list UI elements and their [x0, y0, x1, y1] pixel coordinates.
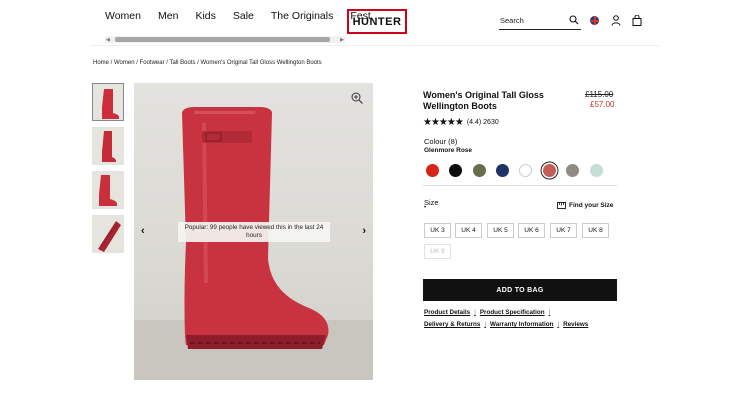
- search-input[interactable]: Search: [499, 14, 581, 30]
- boot-thumb-image: [102, 89, 119, 119]
- colour-swatch[interactable]: [496, 164, 509, 177]
- size-required-dot: •: [424, 205, 427, 211]
- gallery-thumb-1[interactable]: [92, 83, 124, 121]
- reviews-link[interactable]: Reviews: [563, 321, 588, 328]
- scrollbar-thumb[interactable]: [115, 37, 330, 42]
- find-your-size-link[interactable]: Find your Size: [557, 202, 613, 209]
- product-details-link[interactable]: Product Details: [424, 309, 470, 316]
- link-separator: |: [474, 309, 476, 316]
- star-rating-icon: ★★★★★: [423, 117, 464, 128]
- user-icon[interactable]: [611, 15, 621, 26]
- sale-price: £57.00: [590, 100, 615, 109]
- colour-swatch[interactable]: [590, 164, 603, 177]
- scroll-right-icon[interactable]: ▶: [340, 37, 344, 43]
- breadcrumb[interactable]: Home / Women / Footwear / Tall Boots / W…: [93, 60, 322, 66]
- boot-sole-thumb-image: [98, 221, 121, 252]
- delivery-returns-link[interactable]: Delivery & Returns: [424, 321, 480, 328]
- colour-swatch[interactable]: [473, 164, 486, 177]
- size-uk-6[interactable]: UK 6: [518, 223, 545, 238]
- size-uk-3[interactable]: UK 3: [424, 223, 451, 238]
- size-label: Size: [424, 198, 439, 207]
- next-image-icon[interactable]: ›: [362, 225, 366, 237]
- colour-swatch[interactable]: [566, 164, 579, 177]
- link-separator: |: [484, 321, 486, 328]
- nav-the-originals[interactable]: The Originals: [271, 10, 333, 22]
- product-image[interactable]: ‹ › Popular: 99 people have viewed this …: [134, 83, 373, 380]
- nav-women[interactable]: Women: [105, 10, 141, 22]
- colour-swatch[interactable]: [449, 164, 462, 177]
- size-uk-9[interactable]: UK 9: [424, 244, 451, 259]
- link-separator: |: [548, 309, 551, 316]
- info-links-row-2: Delivery & Returns | Warranty Informatio…: [424, 321, 588, 328]
- find-your-size-label: Find your Size: [569, 202, 614, 209]
- gallery-thumb-4[interactable]: [92, 215, 124, 253]
- logo-link[interactable]: HUNTER: [347, 9, 407, 34]
- size-uk-5[interactable]: UK 5: [487, 223, 514, 238]
- rating-text[interactable]: (4.4) 2630: [467, 119, 499, 126]
- divider: [423, 185, 617, 186]
- boot-thumb-image: [102, 131, 116, 162]
- link-separator: |: [557, 321, 560, 328]
- logo: HUNTER: [352, 15, 402, 28]
- popular-badge: Popular: 99 people have viewed this in t…: [178, 222, 330, 242]
- nav-kids[interactable]: Kids: [195, 10, 215, 22]
- size-uk-8[interactable]: UK 8: [582, 223, 609, 238]
- product-specification-link[interactable]: Product Specification: [480, 309, 545, 316]
- colour-swatch[interactable]: [543, 164, 556, 177]
- size-uk-7[interactable]: UK 7: [550, 223, 577, 238]
- bag-icon[interactable]: [632, 15, 642, 26]
- warranty-information-link[interactable]: Warranty Information: [490, 321, 553, 328]
- colour-label: Colour (8): [424, 137, 458, 146]
- ruler-icon: [557, 202, 566, 209]
- nav-sale[interactable]: Sale: [233, 10, 254, 22]
- gallery-thumb-3[interactable]: [92, 171, 124, 209]
- original-price: £115.00: [585, 90, 614, 99]
- zoom-icon[interactable]: [351, 92, 363, 104]
- header-divider: [90, 45, 660, 46]
- size-uk-4[interactable]: UK 4: [455, 223, 482, 238]
- info-links-row-1: Product Details | Product Specification …: [424, 309, 550, 316]
- scroll-left-icon[interactable]: ◀: [106, 37, 110, 43]
- prev-image-icon[interactable]: ‹: [141, 225, 145, 237]
- colour-swatch[interactable]: [519, 164, 532, 177]
- gallery-thumb-2[interactable]: [92, 127, 124, 165]
- search-icon[interactable]: [569, 15, 579, 25]
- flag-icon[interactable]: [590, 16, 599, 25]
- colour-swatch[interactable]: [426, 164, 439, 177]
- rating[interactable]: ★★★★★ (4.4) 2630: [423, 117, 499, 128]
- top-nav: Women Men Kids Sale The Originals Fest: [105, 10, 371, 22]
- nav-men[interactable]: Men: [158, 10, 178, 22]
- colour-name: Glenmore Rose: [424, 147, 473, 154]
- add-to-bag-button[interactable]: ADD TO BAG: [423, 279, 617, 301]
- boot-thumb-image: [99, 175, 117, 206]
- search-placeholder: Search: [500, 16, 524, 25]
- product-title: Women's Original Tall Gloss Wellington B…: [423, 90, 544, 111]
- nav-scrollbar[interactable]: ◀ ▶: [105, 36, 345, 43]
